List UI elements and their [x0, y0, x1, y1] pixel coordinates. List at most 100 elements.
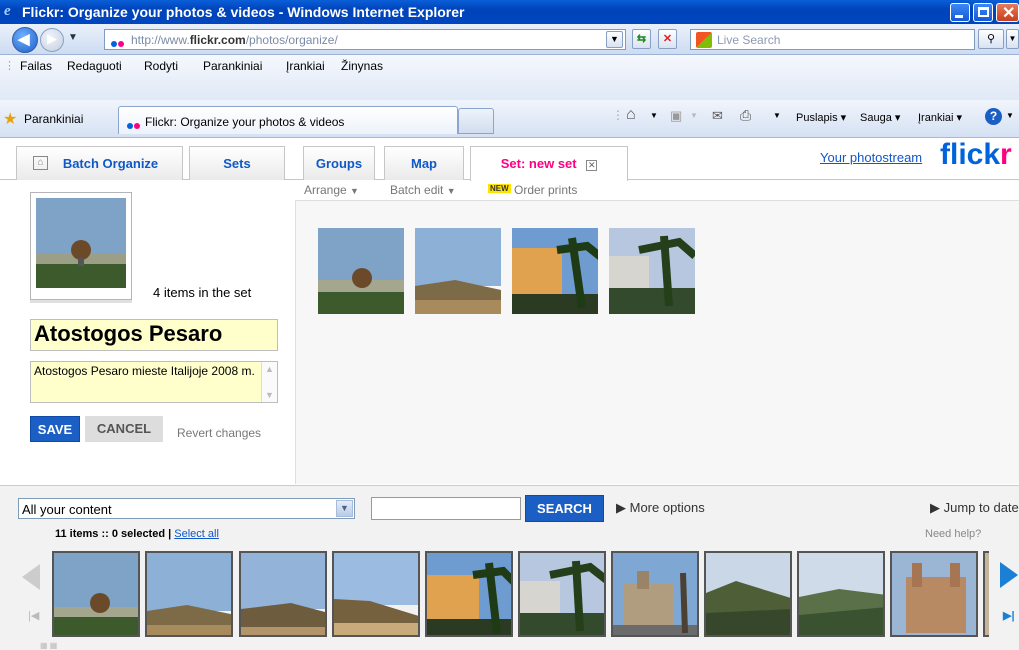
menu-bar: ⋮ Failas Redaguoti Rodyti Parankiniai Įr… — [0, 55, 1019, 102]
cancel-button[interactable]: CANCEL — [85, 416, 163, 442]
address-input[interactable]: http://www.flickr.com/photos/organize/ — [104, 29, 626, 50]
first-page-icon[interactable]: |◀ — [28, 609, 39, 622]
arrow-right-icon: ▶ — [47, 31, 57, 46]
tab-map[interactable]: Map — [384, 146, 464, 180]
address-bar-row: ◀ ▶ ▼ http://www.flickr.com/photos/organ… — [0, 24, 1019, 55]
set-cover-frame[interactable] — [30, 192, 132, 300]
chevron-down-icon: ▼ — [336, 500, 353, 517]
strip-photo-5[interactable] — [425, 551, 513, 637]
search-placeholder: Live Search — [717, 33, 781, 47]
tab-groups[interactable]: Groups — [303, 146, 375, 180]
need-help-link[interactable]: Need help? — [925, 528, 981, 540]
print-dropdown[interactable]: ▼ — [773, 111, 781, 120]
tab-batch-organize[interactable]: ⌂ Batch Organize — [16, 146, 183, 180]
tab-sets[interactable]: Sets — [189, 146, 285, 180]
set-description-field[interactable]: Atostogos Pesaro mieste Italijoje 2008 m… — [30, 361, 278, 403]
tab-new-set[interactable]: Set: new set ✕ — [470, 146, 628, 181]
strip-photo-2[interactable] — [145, 551, 233, 637]
more-options-link[interactable]: ▶ More options — [616, 500, 705, 516]
mail-icon[interactable]: ✉ — [712, 108, 723, 124]
menu-edit[interactable]: Redaguoti — [67, 59, 122, 73]
safety-menu[interactable]: Sauga ▾ — [860, 111, 900, 124]
photo-browser: All your content ▼ SEARCH ▶ More options… — [0, 485, 1019, 650]
back-button[interactable]: ◀ — [12, 27, 38, 53]
set-details-panel: 4 items in the set Atostogos Pesaro Atos… — [0, 180, 295, 485]
search-icon: ⚲ — [986, 33, 996, 45]
search-go-button[interactable]: ⚲ — [978, 29, 1004, 49]
window-title-bar: e Flickr: Organize your photos & videos … — [0, 0, 1019, 24]
strip-photo-8[interactable] — [704, 551, 792, 637]
page-menu[interactable]: Puslapis ▾ — [796, 111, 846, 124]
revert-changes-link[interactable]: Revert changes — [177, 426, 261, 440]
set-photos-area[interactable] — [295, 200, 1019, 484]
search-options-dropdown[interactable]: ▼ — [1006, 29, 1019, 49]
maximize-button[interactable] — [973, 3, 993, 22]
scroll-right-icon[interactable] — [1000, 562, 1018, 588]
favorites-button[interactable]: Parankiniai — [24, 112, 83, 126]
address-dropdown-button[interactable]: ▼ — [606, 31, 623, 48]
description-scrollbar[interactable]: ▲ ▼ — [261, 362, 277, 402]
flickr-organizer-tabs: ⌂ Batch Organize Sets Groups Map Set: ne… — [0, 138, 1019, 181]
scroll-up-icon: ▲ — [265, 364, 274, 374]
close-tab-icon[interactable]: ✕ — [586, 160, 598, 171]
url-domain: flickr.com — [189, 33, 246, 47]
your-photostream-link[interactable]: Your photostream — [820, 150, 922, 165]
set-photo-3[interactable] — [512, 228, 598, 314]
strip-photo-9[interactable] — [797, 551, 885, 637]
grid-view-icon[interactable]: ▦ ▦ — [40, 641, 57, 650]
flickr-favicon — [111, 36, 127, 47]
last-page-icon[interactable]: ▶| — [1003, 609, 1015, 622]
forward-button[interactable]: ▶ — [40, 28, 64, 52]
help-dropdown[interactable]: ▼ — [1006, 111, 1014, 120]
menu-tools[interactable]: Įrankiai — [286, 59, 325, 73]
flickr-logo[interactable]: flickr — [940, 138, 1012, 172]
recent-pages-dropdown[interactable]: ▼ — [68, 32, 78, 43]
new-tab-button[interactable] — [458, 108, 494, 134]
stop-button[interactable]: ✕ — [658, 29, 677, 49]
home-dropdown[interactable]: ▼ — [650, 111, 658, 120]
strip-photo-4[interactable] — [332, 551, 420, 637]
scroll-left-icon[interactable] — [22, 564, 40, 590]
content-search-input[interactable] — [371, 497, 521, 520]
save-button[interactable]: SAVE — [30, 416, 80, 442]
menu-help[interactable]: Žinynas — [341, 59, 383, 73]
help-icon[interactable]: ? — [985, 108, 1002, 125]
favorites-star-icon: ★ — [3, 111, 18, 128]
strip-photo-6[interactable] — [518, 551, 606, 637]
close-window-button[interactable]: ✕ — [996, 3, 1019, 22]
set-photo-2[interactable] — [415, 228, 501, 314]
browser-tab-flickr[interactable]: Flickr: Organize your photos & videos — [118, 106, 458, 134]
set-title-field[interactable]: Atostogos Pesaro — [30, 319, 278, 351]
strip-photo-10[interactable] — [890, 551, 978, 637]
arrange-menu[interactable]: Arrange ▼ — [304, 183, 359, 197]
print-icon[interactable]: ⎙ — [740, 107, 751, 124]
order-prints-link[interactable]: Order prints — [514, 183, 577, 197]
menu-file[interactable]: Failas — [20, 59, 52, 73]
strip-photo-11[interactable] — [983, 551, 989, 637]
strip-photo-7[interactable] — [611, 551, 699, 637]
batch-edit-menu[interactable]: Batch edit ▼ — [390, 183, 456, 197]
refresh-button[interactable]: ⇆ — [632, 29, 651, 49]
chevron-down-icon: ▼ — [610, 34, 619, 44]
strip-photo-1[interactable] — [52, 551, 140, 637]
chevron-down-icon: ▼ — [446, 186, 456, 196]
feeds-dropdown[interactable]: ▼ — [690, 111, 698, 120]
minimize-icon — [955, 15, 963, 18]
feeds-icon[interactable]: ▣ — [670, 108, 682, 124]
live-search-input[interactable]: Live Search — [690, 29, 975, 50]
search-button[interactable]: SEARCH — [525, 495, 604, 522]
set-photo-1[interactable] — [318, 228, 404, 314]
tools-menu[interactable]: Įrankiai ▾ — [918, 111, 962, 124]
items-selected-text: 11 items :: 0 selected | — [55, 528, 175, 540]
items-in-set-count: 4 items in the set — [153, 285, 252, 300]
strip-photo-3[interactable] — [239, 551, 327, 637]
select-all-link[interactable]: Select all — [174, 528, 219, 540]
set-photo-4[interactable] — [609, 228, 695, 314]
menu-favorites[interactable]: Parankiniai — [203, 59, 262, 73]
minimize-button[interactable] — [950, 3, 970, 22]
arrange-label: Arrange — [304, 183, 347, 197]
jump-to-date-link[interactable]: ▶ Jump to date — [930, 500, 1019, 516]
home-icon[interactable]: ⌂ — [626, 106, 636, 124]
menu-view[interactable]: Rodyti — [144, 59, 178, 73]
content-filter-select[interactable]: All your content ▼ — [18, 498, 355, 519]
